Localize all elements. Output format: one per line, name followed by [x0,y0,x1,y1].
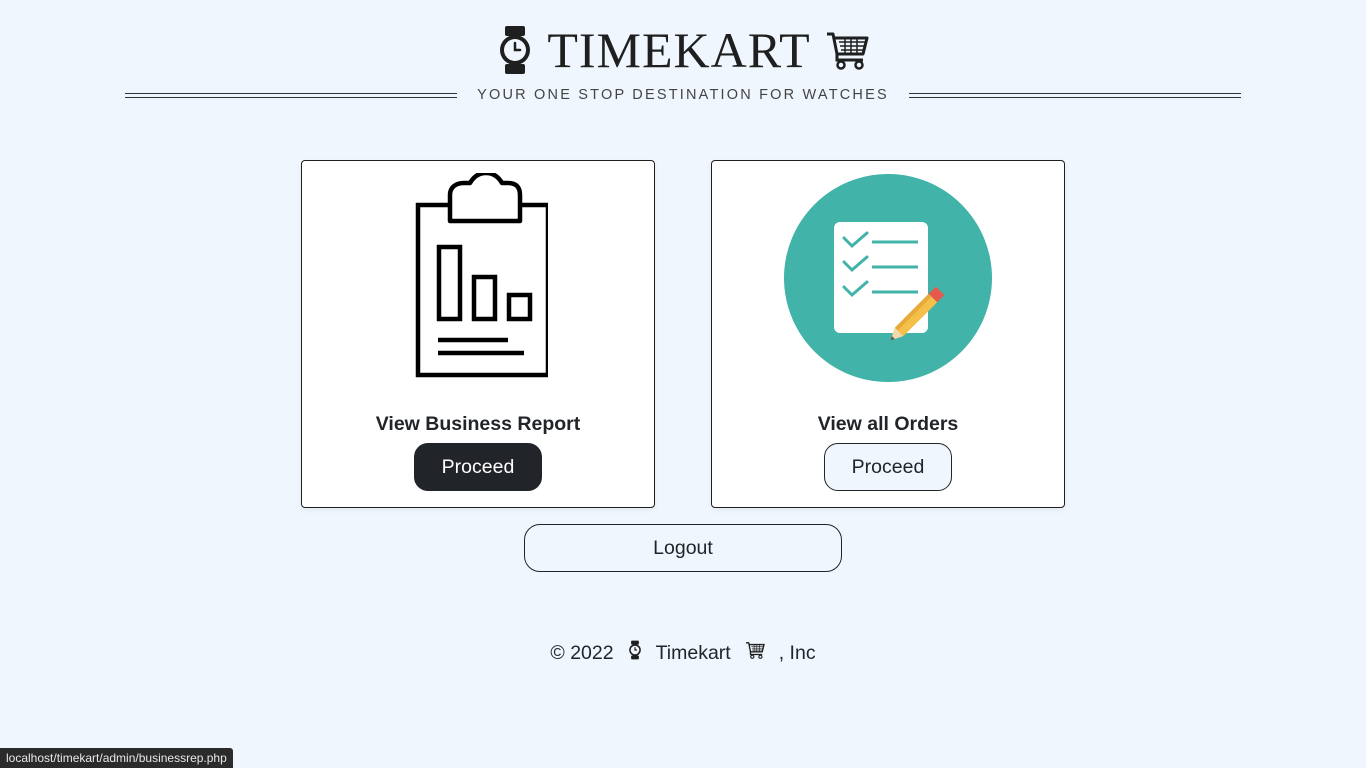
cart-icon [739,641,771,665]
logout-button[interactable]: Logout [524,524,842,572]
orders-title: View all Orders [817,413,959,435]
footer-copyright: © 2022 [550,641,614,664]
watch-icon [497,26,533,74]
business-report-clipboard-icon [302,173,654,388]
watch-icon [622,640,648,666]
tagline: YOUR ONE STOP DESTINATION FOR WATCHES [477,87,889,103]
footer-brand: Timekart [655,641,731,664]
orders-proceed-button[interactable]: Proceed [824,443,952,491]
orders-card: View all Orders Proceed [711,160,1065,508]
browser-status-url: localhost/timekart/admin/businessrep.php [0,748,233,768]
tagline-row: YOUR ONE STOP DESTINATION FOR WATCHES [125,86,1241,104]
footer: © 2022 Timekart , Inc [0,640,1366,666]
site-brand: TIMEKART [0,20,1366,80]
tagline-divider-left [125,92,458,98]
footer-suffix: , Inc [778,641,816,664]
orders-checklist-icon [712,173,1064,388]
brand-title: TIMEKART [547,22,811,78]
tagline-divider-right [908,92,1241,98]
cart-icon [825,30,869,70]
business-report-proceed-button[interactable]: Proceed [414,443,542,491]
business-report-card: View Business Report Proceed [301,160,655,508]
business-report-title: View Business Report [375,413,581,435]
